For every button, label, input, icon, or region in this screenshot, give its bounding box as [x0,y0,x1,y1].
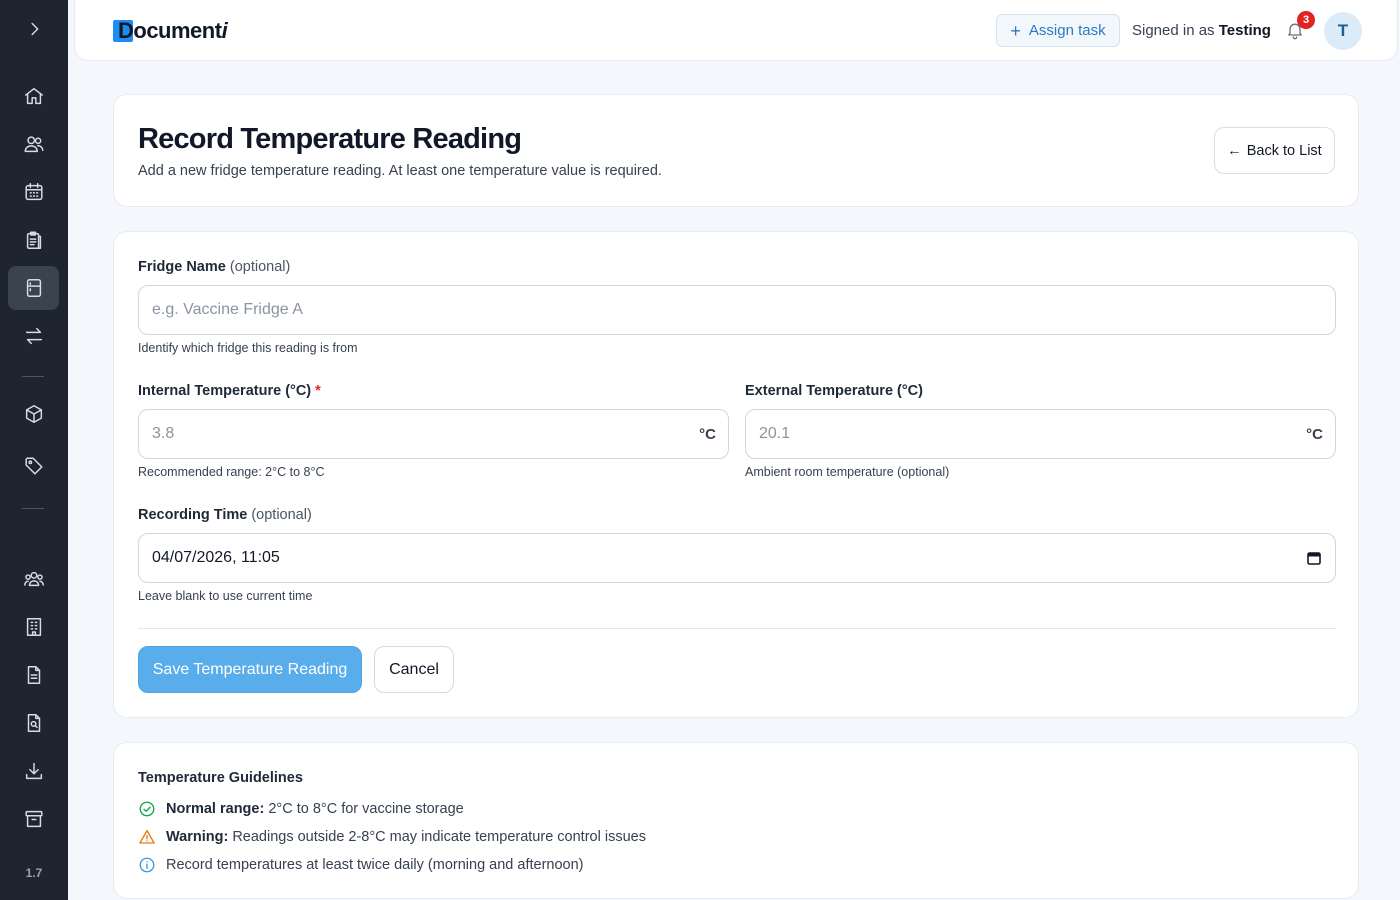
sidebar-item-inventory[interactable] [8,392,59,436]
sidebar-item-audit[interactable] [8,701,59,745]
sidebar-item-team[interactable] [8,557,59,601]
app-logo[interactable]: Documenti [113,18,228,44]
check-circle-icon [139,801,155,817]
home-icon [24,87,43,105]
assign-task-label: Assign task [1028,22,1106,39]
internal-temp-placeholder: 3.8 [152,425,175,442]
sidebar-item-home[interactable] [8,74,59,118]
sidebar-item-clipboard[interactable] [8,218,59,262]
transfer-icon [25,327,42,345]
sidebar-item-fridge[interactable] [8,266,59,310]
recording-time-help: Leave blank to use current time [138,589,313,603]
team-icon [23,571,44,587]
plus-icon: + [1010,20,1021,41]
sidebar-item-tags[interactable] [8,444,59,488]
page-title: Record Temperature Reading [138,123,522,155]
username: Testing [1218,22,1271,39]
guideline-item-frequency: Record temperatures at least twice daily… [138,856,583,874]
sidebar-item-calendar[interactable] [8,170,59,214]
external-temp-input[interactable]: 20.1 °C [745,409,1336,459]
sidebar-divider [22,376,44,377]
fridge-name-input[interactable]: e.g. Vaccine Fridge A [138,285,1336,335]
calendar-picker-icon[interactable] [1307,551,1321,565]
fridge-name-label: Fridge Name (optional) [138,259,291,275]
save-temperature-reading-button[interactable]: Save Temperature Reading [138,646,362,693]
sidebar-item-archive[interactable] [8,797,59,841]
sidebar-item-documents[interactable] [8,653,59,697]
guideline-item-normal-range: Normal range: 2°C to 8°C for vaccine sto… [138,800,464,818]
internal-temp-input[interactable]: 3.8 °C [138,409,729,459]
warning-icon [139,829,155,844]
external-temp-placeholder: 20.1 [759,425,791,442]
recording-time-input[interactable]: 04/07/2026, 11:05 [138,533,1336,583]
internal-temp-help: Recommended range: 2°C to 8°C [138,465,325,479]
avatar[interactable]: T [1324,12,1362,50]
recording-time-value: 04/07/2026, 11:05 [152,549,280,566]
chevron-right-icon [30,22,38,36]
internal-temp-unit: °C [699,425,716,443]
logo-text: Documenti [118,18,228,43]
recording-time-label: Recording Time (optional) [138,507,312,523]
fridge-name-help: Identify which fridge this reading is fr… [138,341,358,355]
fridge-name-placeholder: e.g. Vaccine Fridge A [152,301,303,318]
form-divider [138,628,1336,629]
guideline-item-warning: Warning: Readings outside 2-8°C may indi… [138,828,646,846]
sidebar-item-transfers[interactable] [8,314,59,358]
guidelines-title: Temperature Guidelines [138,770,303,786]
external-temp-label: External Temperature (°C) [745,383,923,399]
archive-icon [24,810,43,828]
building-icon [26,618,41,636]
top-header: Documenti + Assign task Signed in as Tes… [74,0,1398,61]
temperature-form-card: Fridge Name (optional) e.g. Vaccine Frid… [113,231,1359,718]
sidebar-item-buildings[interactable] [8,605,59,649]
app-version: 1.7 [25,866,43,880]
clipboard-icon [26,231,41,249]
calendar-icon [24,183,43,201]
notification-badge: 3 [1297,11,1315,29]
tag-icon [24,457,43,475]
arrow-left-icon: ← [1227,142,1242,159]
assign-task-button[interactable]: + Assign task [996,14,1120,47]
page-header-card: Record Temperature Reading Add a new fri… [113,94,1359,207]
sidebar-item-downloads[interactable] [8,749,59,793]
fridge-icon [26,279,41,297]
signed-in-text: Signed in as Testing [1132,22,1271,39]
sidebar: 1.7 [0,0,68,900]
sidebar-divider [22,508,44,509]
external-temp-help: Ambient room temperature (optional) [745,465,950,479]
sidebar-item-users[interactable] [8,122,59,166]
external-temp-unit: °C [1306,425,1323,443]
file-text-icon [27,666,40,684]
page-subtitle: Add a new fridge temperature reading. At… [138,163,662,179]
expand-sidebar-button[interactable] [8,7,59,51]
back-to-list-button[interactable]: ← Back to List [1214,127,1335,174]
cancel-button[interactable]: Cancel [374,646,454,693]
box-icon [25,405,42,423]
info-icon [139,857,155,873]
temperature-guidelines-card: Temperature Guidelines Normal range: 2°C… [113,742,1359,899]
users-icon [24,136,43,153]
download-icon [25,762,42,780]
file-search-icon [27,714,40,732]
back-to-list-label: Back to List [1246,142,1322,159]
internal-temp-label: Internal Temperature (°C) * [138,383,321,399]
